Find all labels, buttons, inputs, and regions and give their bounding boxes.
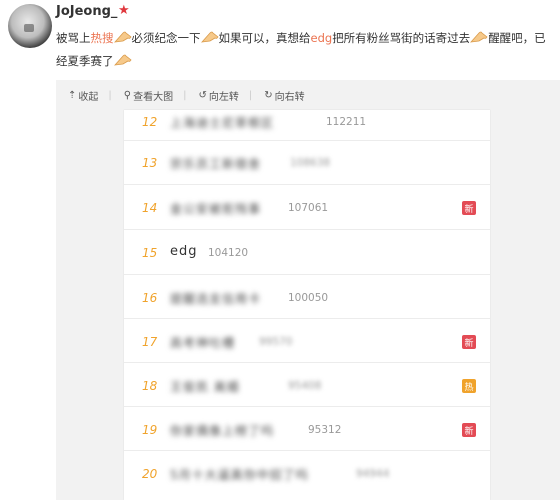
trending-count: 104120	[208, 247, 249, 259]
trending-rank: 18	[142, 379, 158, 393]
trending-count: 100050	[288, 292, 329, 304]
trending-row: 14 金公安被拒残事 107061 新	[124, 185, 490, 230]
trending-keyword: 王俊凯 离婚	[170, 380, 240, 394]
trending-count: 99570	[259, 336, 293, 348]
user-avatar[interactable]	[8, 4, 52, 48]
post-text-seg: 被骂上	[56, 31, 91, 45]
trending-count: 95408	[288, 380, 322, 392]
clap-emoji-icon	[113, 54, 132, 66]
post-text: 被骂上热搜 必须纪念一下 如果可以，真想给edg把所有粉丝骂街的话寄过去 醒醒吧，已经…	[56, 27, 550, 73]
collapse-label: 收起	[78, 91, 99, 103]
trending-keyword: 宗乐员工新宿舍	[170, 157, 262, 171]
trending-rank: 17	[142, 335, 158, 349]
clap-emoji-icon	[470, 31, 488, 43]
post-text-seg: 如果可以，真想给	[218, 31, 311, 45]
trending-count: 95312	[308, 424, 342, 436]
rotate-right-label: 向右转	[274, 91, 305, 103]
trending-rank: 16	[142, 291, 158, 305]
rotate-right-icon: ↻	[264, 89, 273, 101]
edg-link[interactable]: edg	[311, 31, 333, 45]
trending-rank: 19	[142, 423, 158, 437]
trending-list-screenshot: 12 上海迪士尼草根区 112211 13 宗乐员工新宿舍 108638 14 …	[124, 110, 490, 500]
trending-count: 108638	[290, 157, 331, 169]
trending-keyword: 提醒选支信用卡	[170, 292, 262, 306]
trending-keyword: edg	[170, 244, 198, 259]
divider: |	[248, 89, 253, 101]
trending-row: 19 你家偶像上榜了吗 95312 新	[124, 407, 490, 451]
trending-rank: 12	[142, 115, 158, 129]
new-badge: 新	[462, 423, 476, 437]
collapse-icon: ⇡	[68, 89, 77, 101]
trending-rank: 14	[142, 201, 158, 215]
hot-badge: 热	[462, 379, 476, 393]
trending-keyword: 上海迪士尼草根区	[170, 116, 275, 130]
trending-count: 112211	[326, 116, 367, 128]
view-large-label: 查看大图	[133, 91, 174, 103]
image-viewer: ⇡ 收起 | ⚲ 查看大图 | ↺ 向左转 | ↻ 向右转 12 上海迪士尼草根…	[56, 80, 560, 500]
post-text-seg: 必须纪念一下	[131, 31, 201, 45]
trending-row: 13 宗乐员工新宿舍 108638	[124, 141, 490, 185]
clap-emoji-icon	[113, 31, 132, 43]
trending-count: 107061	[288, 202, 329, 214]
divider: |	[108, 89, 112, 101]
collapse-button[interactable]: ⇡ 收起 |	[68, 88, 112, 103]
rotate-left-label: 向左转	[208, 91, 239, 103]
trending-row: 17 高考神吐槽 99570 新	[124, 319, 490, 363]
new-badge: 新	[462, 201, 476, 215]
trending-keyword: 高考神吐槽	[170, 336, 236, 350]
divider: |	[183, 89, 187, 101]
image-toolbar: ⇡ 收起 | ⚲ 查看大图 | ↺ 向左转 | ↻ 向右转	[56, 80, 305, 110]
trending-rank: 20	[142, 467, 158, 481]
trending-row: 15 edg 104120	[124, 230, 490, 275]
view-large-button[interactable]: ⚲ 查看大图 |	[124, 88, 187, 103]
trending-keyword: 5月十大逼真你中招了吗	[170, 468, 309, 482]
trending-rank: 15	[142, 246, 158, 260]
trending-row: 20 5月十大逼真你中招了吗 94944	[124, 451, 490, 500]
trending-row: 12 上海迪士尼草根区 112211	[124, 110, 490, 141]
post-text-seg: 把所有粉丝骂街的话寄过去	[332, 31, 471, 45]
rotate-right-button[interactable]: ↻ 向右转	[264, 88, 304, 103]
post-text-seg: 醒醒吧，已	[488, 31, 546, 45]
trending-row: 16 提醒选支信用卡 100050	[124, 275, 490, 319]
new-badge: 新	[462, 335, 476, 349]
trending-keyword: 你家偶像上榜了吗	[170, 424, 275, 438]
trending-count: 94944	[356, 468, 390, 480]
rotate-left-icon: ↺	[198, 89, 207, 101]
username[interactable]: JoJeong_	[56, 4, 117, 19]
trending-rank: 13	[142, 156, 158, 170]
verified-star-icon: ★	[118, 3, 130, 18]
trending-row: 18 王俊凯 离婚 95408 热	[124, 363, 490, 407]
rotate-left-button[interactable]: ↺ 向左转 |	[198, 88, 252, 103]
trending-keyword: 金公安被拒残事	[170, 202, 262, 216]
hot-search-link[interactable]: 热搜	[91, 31, 114, 45]
search-icon: ⚲	[123, 89, 132, 101]
post-text-seg: 经夏季赛了	[56, 54, 114, 68]
clap-emoji-icon	[200, 31, 219, 43]
